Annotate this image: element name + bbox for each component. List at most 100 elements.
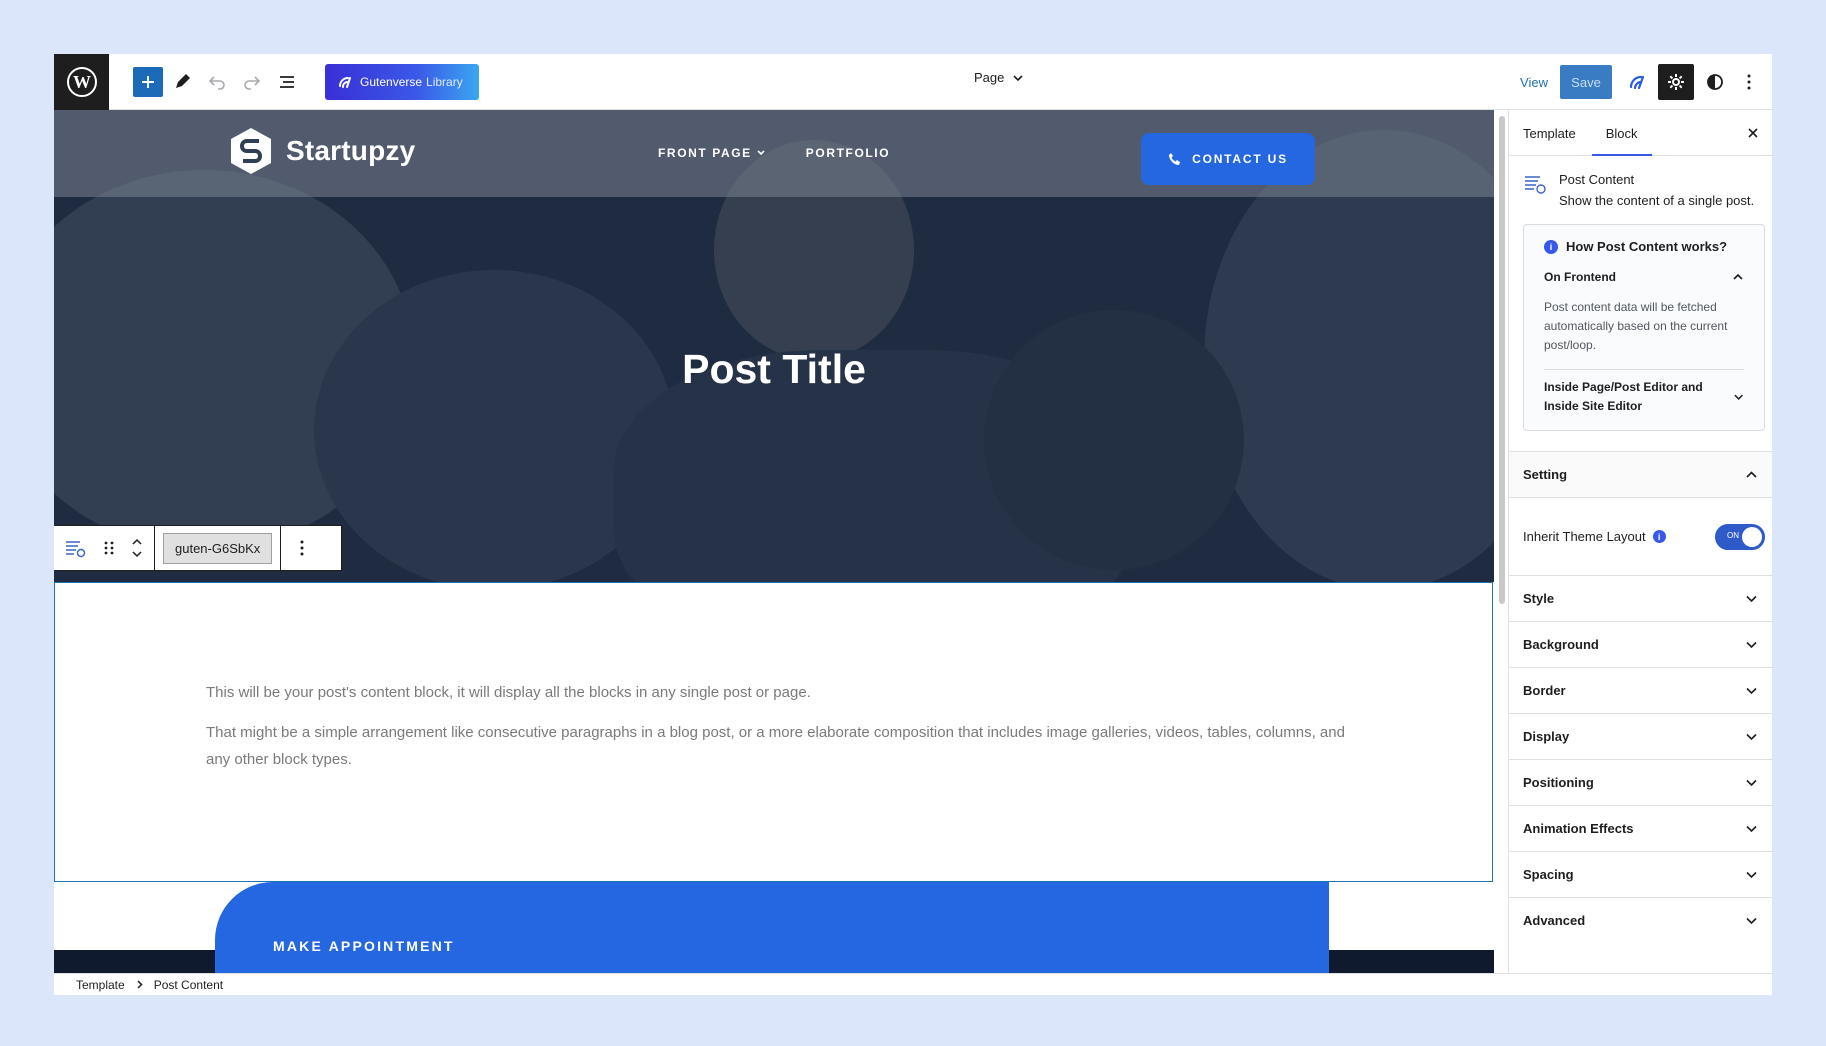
drag-handle[interactable] <box>96 535 122 561</box>
panel-title: Border <box>1523 683 1566 698</box>
toggle-state-label: ON <box>1727 530 1739 540</box>
post-content-block-button[interactable] <box>62 535 88 561</box>
breadcrumb-post-content[interactable]: Post Content <box>154 978 223 992</box>
breadcrumb-template[interactable]: Template <box>76 978 125 992</box>
contact-us-button[interactable]: CONTACT US <box>1141 133 1315 185</box>
add-block-button[interactable] <box>133 66 163 97</box>
panel-title: Positioning <box>1523 775 1594 790</box>
panel-spacing[interactable]: Spacing <box>1509 851 1772 897</box>
view-link[interactable]: View <box>1520 75 1548 90</box>
styles-button[interactable] <box>1698 65 1732 99</box>
how-heading: i How Post Content works? <box>1544 239 1744 254</box>
panel-animation-effects[interactable]: Animation Effects <box>1509 805 1772 851</box>
panel-list: Style Background Border Display Positioning A… <box>1509 575 1772 943</box>
how-it-works-box: i How Post Content works? On Frontend Po… <box>1523 224 1765 431</box>
nav-item-front-page[interactable]: FRONT PAGE <box>658 146 766 160</box>
tools-button[interactable] <box>166 66 198 98</box>
panel-setting[interactable]: Setting <box>1509 451 1772 497</box>
undo-icon <box>208 75 225 90</box>
nav-item-label: PORTFOLIO <box>805 146 891 160</box>
chevron-up-icon <box>1733 273 1743 280</box>
more-vertical-icon <box>1747 74 1751 90</box>
hero-section[interactable]: Startupzy FRONT PAGE PORTFOLIO CONTACT U… <box>54 110 1494 582</box>
options-button[interactable] <box>1732 65 1766 99</box>
chevron-down-icon <box>1746 825 1757 833</box>
block-type-cell <box>54 526 155 570</box>
inherit-theme-layout-label: Inherit Theme Layout <box>1523 529 1646 544</box>
brand-name: Startupzy <box>286 135 416 166</box>
post-content-block[interactable]: This will be your post's content block, … <box>54 582 1493 882</box>
chevron-down-icon <box>1746 595 1757 603</box>
site-nav: FRONT PAGE PORTFOLIO <box>658 146 890 160</box>
tab-block[interactable]: Block <box>1591 126 1652 156</box>
undo-button[interactable] <box>201 66 233 98</box>
block-card: Post Content Show the content of a singl… <box>1509 156 1772 208</box>
nav-item-portfolio[interactable]: PORTFOLIO <box>806 146 890 160</box>
chevron-down-icon <box>1746 733 1757 741</box>
block-id-chip[interactable]: guten-G6SbKx <box>163 532 273 564</box>
block-options-button[interactable] <box>289 535 315 561</box>
contrast-icon <box>1707 74 1723 90</box>
site-brand[interactable]: Startupzy <box>228 126 415 176</box>
block-id-cell: guten-G6SbKx <box>155 526 282 570</box>
more-vertical-icon <box>300 540 304 556</box>
gutenverse-icon <box>339 76 351 88</box>
appointment-section[interactable]: MAKE APPOINTMENT <box>215 882 1329 973</box>
inside-editor-label: Inside Page/Post Editor and Inside Site … <box>1544 380 1703 413</box>
gutenverse-library-button[interactable]: Gutenverse Library <box>325 63 479 100</box>
panel-title: Style <box>1523 591 1555 606</box>
on-frontend-toggle[interactable]: On Frontend <box>1544 270 1744 284</box>
save-button[interactable]: Save <box>1560 65 1612 99</box>
panel-display[interactable]: Display <box>1509 713 1772 759</box>
panel-title: Animation Effects <box>1523 821 1634 836</box>
post-content-icon <box>66 541 86 558</box>
wordpress-logo-button[interactable]: W <box>54 54 109 110</box>
post-title[interactable]: Post Title <box>54 346 1494 393</box>
panel-style[interactable]: Style <box>1509 575 1772 621</box>
block-movers <box>128 531 146 565</box>
panel-positioning[interactable]: Positioning <box>1509 759 1772 805</box>
panel-advanced[interactable]: Advanced <box>1509 897 1772 943</box>
content-paragraph-1: This will be your post's content block, … <box>206 684 811 701</box>
drag-handle-icon <box>104 541 114 555</box>
info-icon: i <box>1544 239 1558 254</box>
settings-button[interactable] <box>1658 64 1694 100</box>
svg-text:W: W <box>73 72 91 92</box>
contact-us-label: CONTACT US <box>1192 152 1288 166</box>
chevron-down-icon <box>1746 779 1757 787</box>
move-down-icon[interactable] <box>131 548 143 560</box>
gutenverse-toolbar-button[interactable] <box>1620 65 1654 99</box>
inherit-theme-layout-toggle[interactable]: ON <box>1715 523 1765 550</box>
block-breadcrumb: Template Post Content <box>54 973 1772 995</box>
editor-canvas[interactable]: Startupzy FRONT PAGE PORTFOLIO CONTACT U… <box>54 110 1494 973</box>
canvas-scrollbar[interactable] <box>1496 112 1508 973</box>
move-up-icon[interactable] <box>131 536 143 548</box>
plus-icon <box>142 75 154 88</box>
canvas-scrollbar-thumb[interactable] <box>1499 116 1505 604</box>
on-frontend-description: Post content data will be fetched automa… <box>1544 298 1744 370</box>
inside-editor-toggle[interactable]: Inside Page/Post Editor and Inside Site … <box>1544 378 1744 416</box>
top-toolbar: W Gutenverse Library Page View Save <box>54 54 1772 110</box>
panel-background[interactable]: Background <box>1509 621 1772 667</box>
close-icon <box>1748 128 1758 138</box>
chevron-down-icon <box>1746 687 1757 695</box>
block-title: Post Content <box>1559 172 1635 187</box>
gear-icon <box>1668 74 1684 90</box>
chevron-down-icon <box>1746 871 1757 879</box>
document-overview-button[interactable] <box>271 66 303 98</box>
chevron-up-icon <box>1746 471 1757 478</box>
page-selector[interactable]: Page <box>974 70 1024 85</box>
block-toolbar: guten-G6SbKx <box>54 525 342 571</box>
redo-button[interactable] <box>236 66 268 98</box>
chevron-down-icon <box>1013 74 1023 81</box>
startupzy-logo-icon <box>231 128 271 174</box>
block-description: Show the content of a single post. <box>1559 193 1755 208</box>
editor-window: W Gutenverse Library Page View Save Star… <box>54 54 1772 995</box>
info-icon: i <box>1652 530 1666 543</box>
panel-title: Advanced <box>1523 913 1586 928</box>
close-sidebar-button[interactable] <box>1744 124 1762 142</box>
panel-border[interactable]: Border <box>1509 667 1772 713</box>
tab-template[interactable]: Template <box>1523 126 1592 155</box>
on-frontend-label: On Frontend <box>1544 270 1616 284</box>
phone-icon <box>1169 153 1181 165</box>
